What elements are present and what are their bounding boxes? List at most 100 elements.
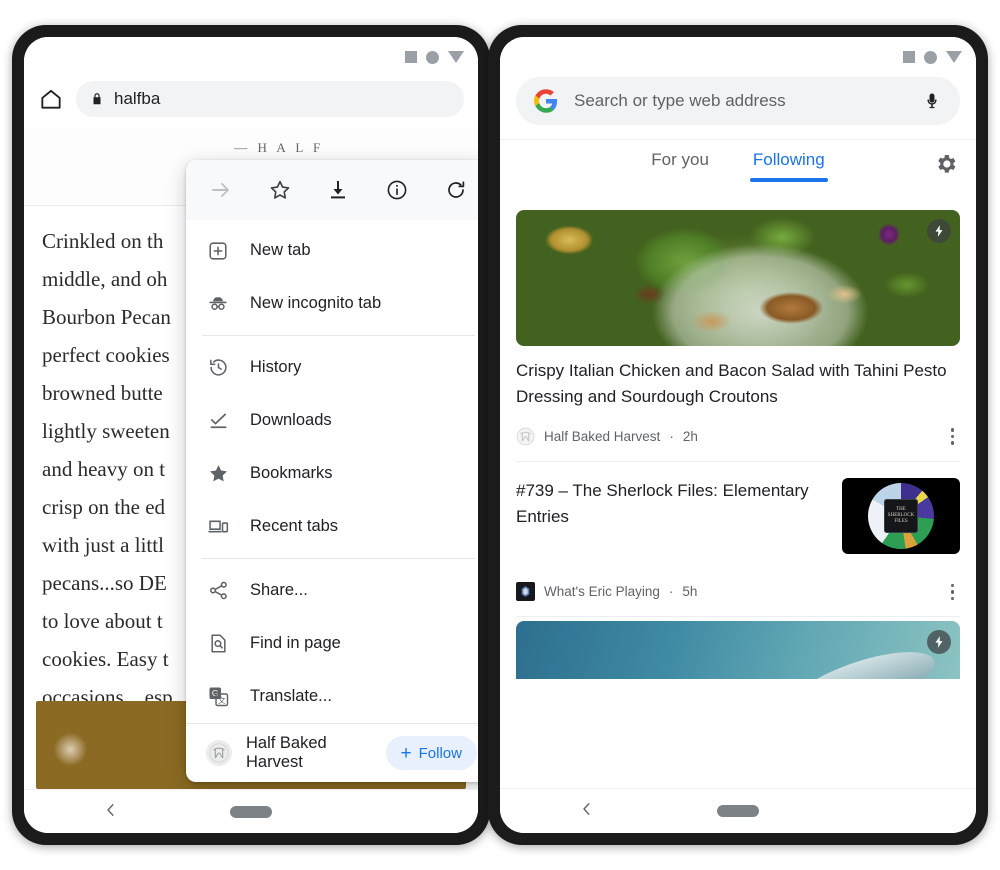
feed-card[interactable]: #739 – The Sherlock Files: Elementary En…	[500, 462, 976, 617]
feed-card-title[interactable]: Crispy Italian Chicken and Bacon Salad w…	[516, 358, 960, 410]
square-icon	[903, 51, 915, 63]
article-page: — H A L F H A R Crinkled on th middle, a…	[24, 127, 478, 789]
feed-tabs: For you Following	[500, 139, 976, 206]
tab-following[interactable]: Following	[749, 150, 828, 182]
search-placeholder: Search or type web address	[574, 91, 786, 110]
menu-item-label: History	[250, 358, 302, 376]
right-phone-screen: Search or type web address For you Follo…	[500, 37, 976, 833]
menu-item-share[interactable]: Share...	[186, 564, 478, 617]
menu-item-bookmarks[interactable]: Bookmarks	[186, 447, 478, 500]
find-in-page-icon	[206, 632, 230, 656]
download-icon[interactable]	[325, 177, 351, 203]
circle-icon	[426, 50, 439, 64]
publisher-avatar	[206, 740, 232, 766]
menu-item-label: New incognito tab	[250, 294, 382, 312]
feed-card-publisher: What's Eric Playing	[544, 584, 660, 600]
translate-icon: G 文	[206, 685, 230, 709]
downloads-icon	[206, 409, 230, 433]
menu-item-label: Downloads	[250, 411, 332, 429]
new-tab-icon	[206, 239, 230, 263]
browser-overflow-menu: New tab New incognito tab History Downlo…	[186, 160, 478, 782]
tab-for-you[interactable]: For you	[651, 150, 709, 182]
menu-quick-actions	[186, 160, 478, 220]
left-system-navbar	[24, 789, 478, 833]
feed-card[interactable]: Crispy Italian Chicken and Bacon Salad w…	[500, 210, 976, 461]
menu-item-new-tab[interactable]: New tab	[186, 224, 478, 277]
square-icon	[405, 51, 417, 63]
incognito-icon	[206, 292, 230, 316]
forward-arrow-icon[interactable]	[208, 177, 234, 203]
back-chevron-icon[interactable]	[102, 801, 120, 823]
menu-item-label: Find in page	[250, 634, 341, 652]
reload-icon[interactable]	[443, 177, 469, 203]
svg-text:文: 文	[217, 695, 225, 705]
home-pill-icon[interactable]	[717, 805, 759, 817]
lock-icon	[90, 91, 104, 107]
right-status-bar	[500, 37, 976, 71]
address-bar-url: halfba	[114, 89, 161, 108]
meta-separator: ·	[668, 584, 674, 600]
bookmarks-star-icon	[206, 462, 230, 486]
underwater-whale-photo[interactable]	[516, 621, 960, 679]
menu-item-label: Recent tabs	[250, 517, 339, 535]
menu-item-new-incognito-tab[interactable]: New incognito tab	[186, 277, 478, 330]
menu-follow-row: Half Baked Harvest + Follow	[186, 724, 478, 782]
amp-lightning-icon	[927, 219, 951, 243]
microphone-icon[interactable]	[922, 89, 942, 113]
publisher-avatar	[516, 582, 535, 602]
publisher-avatar	[516, 427, 535, 446]
left-phone-frame: halfba — H A L F H A R Crinkled on th mi…	[12, 25, 490, 845]
home-icon[interactable]	[38, 86, 64, 112]
menu-item-recent-tabs[interactable]: Recent tabs	[186, 500, 478, 553]
feed-card-time: 2h	[682, 428, 698, 444]
right-phone-frame: Search or type web address For you Follo…	[488, 25, 988, 845]
feed-card-meta: What's Eric Playing · 5h	[516, 580, 960, 617]
menu-divider	[202, 558, 475, 559]
google-g-icon	[534, 89, 558, 113]
menu-item-label: Share...	[250, 581, 308, 599]
menu-divider	[202, 335, 475, 336]
page-info-icon[interactable]	[384, 177, 410, 203]
follow-publisher-name: Half Baked Harvest	[246, 734, 327, 771]
feed-card-time: 5h	[682, 584, 698, 600]
kebab-menu-icon[interactable]	[945, 424, 961, 449]
bookmark-star-icon[interactable]	[267, 177, 293, 203]
feed-card-meta: Half Baked Harvest · 2h	[516, 424, 960, 461]
ntp-search-wrapper: Search or type web address	[500, 71, 976, 139]
menu-item-label: New tab	[250, 241, 311, 259]
history-icon	[206, 356, 230, 380]
feed-card-publisher: Half Baked Harvest	[544, 428, 661, 444]
share-icon	[206, 579, 230, 603]
thumb-card-label: THE SHERLOCK FILES	[887, 506, 915, 524]
feed-divider	[516, 616, 960, 617]
site-kicker: — H A L F	[234, 140, 324, 155]
meta-separator: ·	[669, 428, 674, 444]
news-feed: Crispy Italian Chicken and Bacon Salad w…	[500, 210, 976, 679]
address-bar[interactable]: halfba	[76, 81, 464, 117]
menu-item-translate[interactable]: G 文 Translate...	[186, 670, 478, 723]
menu-item-find-in-page[interactable]: Find in page	[186, 617, 478, 670]
menu-item-label: Bookmarks	[250, 464, 333, 482]
follow-button[interactable]: + Follow	[385, 736, 477, 770]
menu-items-list: New tab New incognito tab History Downlo…	[186, 220, 478, 782]
back-chevron-icon[interactable]	[578, 800, 596, 822]
search-box[interactable]: Search or type web address	[516, 77, 960, 125]
menu-item-downloads[interactable]: Downloads	[186, 394, 478, 447]
amp-lightning-icon	[927, 630, 951, 654]
crispy-italian-chicken-salad-photo[interactable]	[516, 210, 960, 346]
plus-icon: +	[400, 742, 412, 764]
right-system-navbar	[500, 788, 976, 833]
home-pill-icon[interactable]	[230, 806, 272, 818]
triangle-icon	[448, 51, 464, 63]
sherlock-files-board-game-thumbnail[interactable]: THE SHERLOCK FILES	[842, 477, 960, 554]
circle-icon	[924, 50, 937, 64]
menu-item-history[interactable]: History	[186, 341, 478, 394]
feed-card-title[interactable]: #739 – The Sherlock Files: Elementary En…	[516, 478, 828, 554]
menu-item-label: Translate...	[250, 687, 332, 705]
feed-card[interactable]	[500, 621, 976, 679]
follow-button-label: Follow	[418, 744, 462, 762]
recent-tabs-icon	[206, 515, 230, 539]
gear-icon[interactable]	[934, 152, 958, 176]
kebab-menu-icon[interactable]	[945, 580, 961, 605]
browser-toolbar: halfba	[24, 71, 478, 127]
